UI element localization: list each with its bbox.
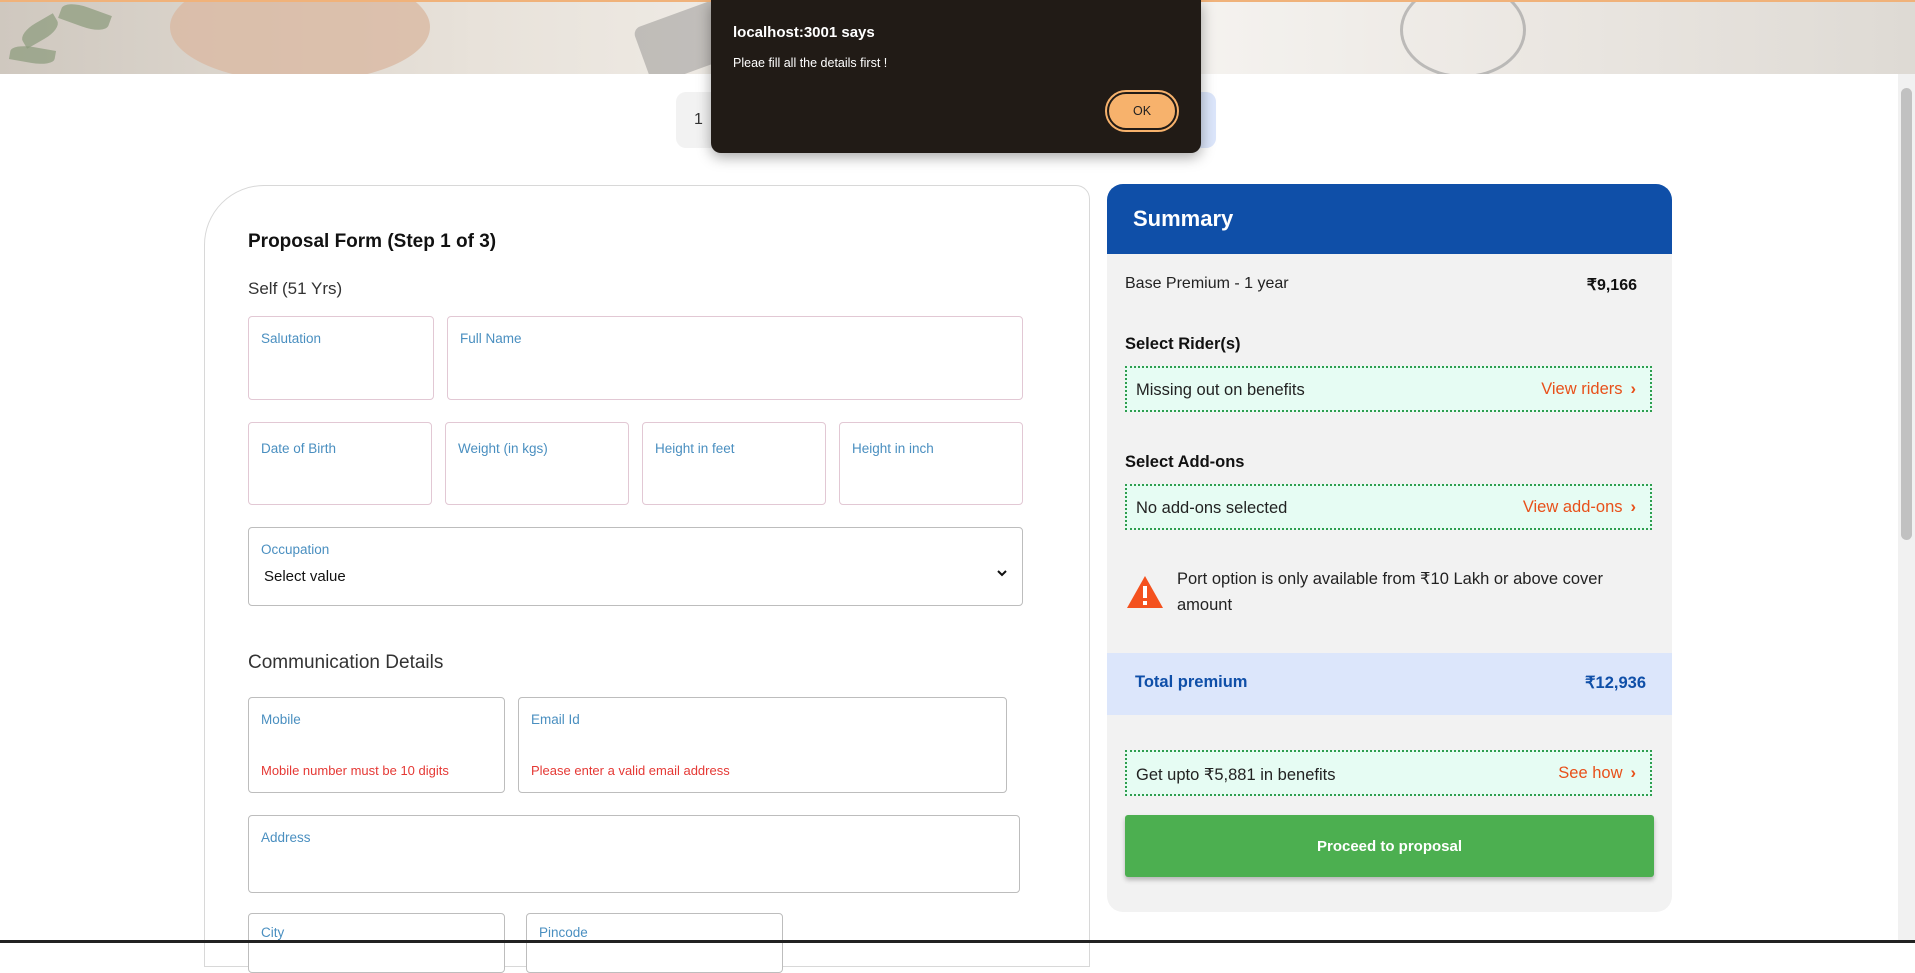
total-premium-value: ₹12,936 bbox=[1585, 674, 1646, 692]
benefits-text: Get upto ₹5,881 in benefits bbox=[1136, 766, 1336, 784]
see-how-link[interactable]: See how › bbox=[1558, 764, 1636, 783]
chevron-right-icon: › bbox=[1630, 380, 1637, 398]
salutation-label: Salutation bbox=[261, 331, 322, 346]
mobile-field[interactable]: Mobile Mobile number must be 10 digits bbox=[248, 697, 505, 793]
mobile-error-message: Mobile number must be 10 digits bbox=[261, 763, 449, 778]
full-name-field[interactable]: Full Name bbox=[447, 316, 1023, 400]
addons-box[interactable]: No add-ons selected View add-ons › bbox=[1125, 484, 1652, 530]
see-how-label: See how bbox=[1558, 764, 1623, 782]
summary-title: Summary bbox=[1133, 206, 1234, 231]
leaf-decoration bbox=[8, 43, 57, 67]
salutation-field[interactable]: Salutation bbox=[248, 316, 434, 400]
base-premium-value: ₹9,166 bbox=[1586, 277, 1637, 294]
pincode-label: Pincode bbox=[539, 925, 588, 940]
total-premium-label: Total premium bbox=[1135, 673, 1248, 691]
riders-status-text: Missing out on benefits bbox=[1136, 381, 1305, 399]
riders-box[interactable]: Missing out on benefits View riders › bbox=[1125, 366, 1652, 412]
hand-decoration bbox=[170, 2, 430, 74]
height-inch-field[interactable]: Height in inch bbox=[839, 422, 1023, 505]
view-addons-link[interactable]: View add-ons › bbox=[1523, 498, 1636, 517]
address-field[interactable]: Address bbox=[248, 815, 1020, 893]
leaf-decoration bbox=[58, 2, 112, 35]
occupation-label: Occupation bbox=[261, 542, 330, 557]
benefits-box[interactable]: Get upto ₹5,881 in benefits See how › bbox=[1125, 750, 1652, 796]
chevron-down-icon bbox=[996, 566, 1008, 582]
city-label: City bbox=[261, 925, 285, 940]
city-field[interactable]: City bbox=[248, 913, 505, 973]
weight-field[interactable]: Weight (in kgs) bbox=[445, 422, 629, 505]
date-of-birth-field[interactable]: Date of Birth bbox=[248, 422, 432, 505]
form-title: Proposal Form (Step 1 of 3) bbox=[248, 231, 497, 252]
summary-panel: Summary Base Premium - 1 year ₹9,166 Sel… bbox=[1107, 184, 1672, 912]
view-addons-label: View add-ons bbox=[1522, 498, 1623, 516]
email-label: Email Id bbox=[531, 712, 580, 727]
page-scrollbar[interactable] bbox=[1898, 74, 1915, 943]
stepper-step-number: 1 bbox=[694, 111, 703, 128]
email-error-message: Please enter a valid email address bbox=[531, 763, 730, 778]
select-riders-heading: Select Rider(s) bbox=[1125, 335, 1241, 353]
height-feet-label: Height in feet bbox=[655, 441, 735, 456]
total-premium-band: Total premium ₹12,936 bbox=[1107, 653, 1672, 715]
dialog-ok-button[interactable]: OK bbox=[1105, 90, 1179, 132]
addons-status-text: No add-ons selected bbox=[1136, 499, 1288, 517]
alert-dialog: localhost:3001 says Pleae fill all the d… bbox=[711, 0, 1201, 153]
communication-details-title: Communication Details bbox=[248, 652, 444, 673]
mobile-label: Mobile bbox=[261, 712, 301, 727]
summary-header: Summary bbox=[1107, 184, 1672, 254]
view-riders-label: View riders bbox=[1541, 380, 1623, 398]
leaf-decoration bbox=[18, 13, 62, 49]
base-premium-label: Base Premium - 1 year bbox=[1125, 275, 1289, 292]
member-label: Self (51 Yrs) bbox=[248, 279, 343, 298]
full-name-label: Full Name bbox=[460, 331, 522, 346]
dialog-origin-title: localhost:3001 says bbox=[733, 24, 875, 41]
select-addons-heading: Select Add-ons bbox=[1125, 453, 1245, 471]
date-of-birth-label: Date of Birth bbox=[261, 441, 337, 456]
pincode-field[interactable]: Pincode bbox=[526, 913, 783, 973]
height-feet-field[interactable]: Height in feet bbox=[642, 422, 826, 505]
glasses-decoration bbox=[1400, 2, 1526, 74]
email-field[interactable]: Email Id Please enter a valid email addr… bbox=[518, 697, 1007, 793]
occupation-select[interactable]: Occupation Select value bbox=[248, 527, 1023, 606]
height-inch-label: Height in inch bbox=[852, 441, 934, 456]
occupation-selected-value: Select value bbox=[264, 568, 346, 585]
address-label: Address bbox=[261, 830, 311, 845]
view-riders-link[interactable]: View riders › bbox=[1541, 380, 1636, 399]
weight-label: Weight (in kgs) bbox=[458, 441, 548, 456]
scrollbar-thumb[interactable] bbox=[1901, 88, 1912, 540]
chevron-right-icon: › bbox=[1630, 498, 1637, 516]
proceed-to-proposal-button[interactable]: Proceed to proposal bbox=[1125, 815, 1654, 877]
warning-triangle-icon bbox=[1127, 576, 1163, 608]
chevron-right-icon: › bbox=[1630, 764, 1637, 782]
port-option-warning: Port option is only available from ₹10 L… bbox=[1177, 570, 1603, 614]
dialog-message: Pleae fill all the details first ! bbox=[733, 56, 888, 70]
